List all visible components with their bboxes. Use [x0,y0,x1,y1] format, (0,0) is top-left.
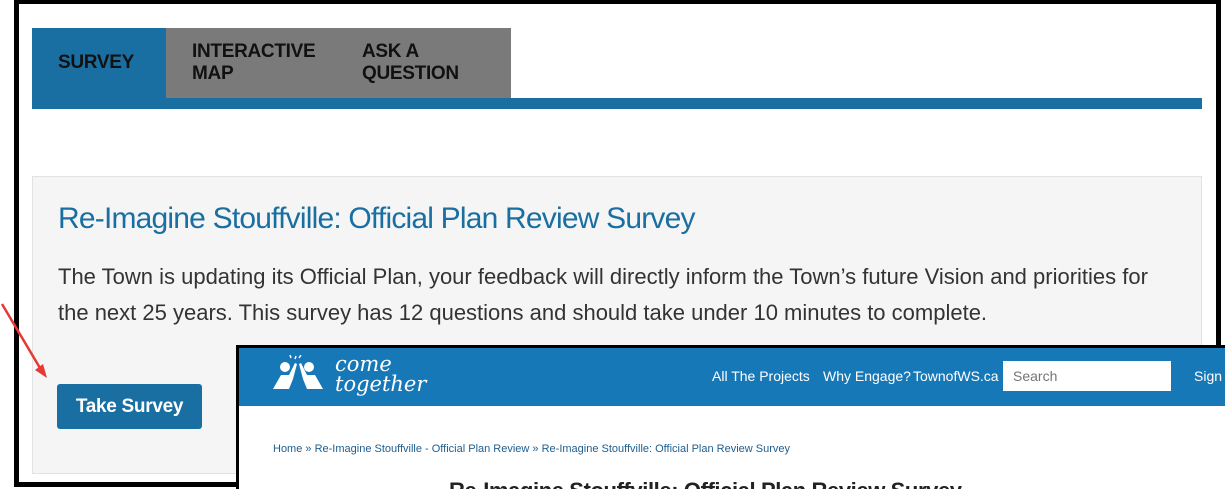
high-five-icon [273,355,323,389]
breadcrumb[interactable]: Home » Re-Imagine Stouffville - Official… [273,443,790,455]
take-survey-button[interactable]: Take Survey [57,384,202,429]
red-arrow-icon [0,303,47,378]
page-title: Re-Imagine Stouffville: Official Plan Re… [449,478,962,489]
tab-ask-a-question[interactable]: ASK A QUESTION [336,28,511,98]
survey-title[interactable]: Re-Imagine Stouffville: Official Plan Re… [58,202,696,236]
tab-interactive-map[interactable]: INTERACTIVE MAP [166,28,336,98]
search-input[interactable] [1003,361,1171,391]
nav-why-engage[interactable]: Why Engage? [823,368,911,384]
tab-underline [32,98,1202,109]
nav-townofws[interactable]: TownofWS.ca [913,368,999,384]
tab-bar: SURVEY INTERACTIVE MAP ASK A QUESTION [32,28,511,98]
sign-in-link[interactable]: Sign [1194,368,1222,384]
logo-line-2: together [335,372,427,396]
nav-all-projects[interactable]: All The Projects [712,368,810,384]
top-navbar: come together All The Projects Why Engag… [239,348,1225,406]
logo-line-1: come [335,352,392,376]
project-page-screenshot: come together All The Projects Why Engag… [236,345,1225,489]
survey-description: The Town is updating its Official Plan, … [58,264,1148,325]
come-together-logo[interactable]: come together [269,352,427,396]
